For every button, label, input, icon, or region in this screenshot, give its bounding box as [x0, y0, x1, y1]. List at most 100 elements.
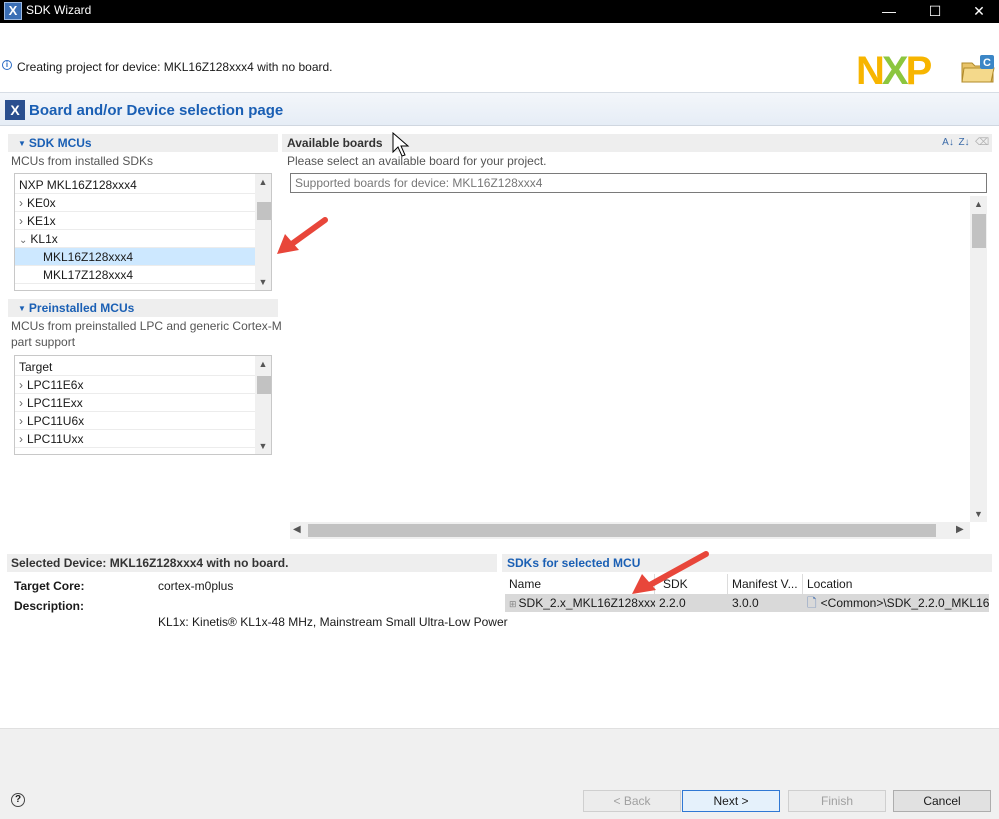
location-file-icon: 🗋	[807, 596, 817, 610]
available-boards-title: Available boards	[287, 136, 383, 150]
available-boards-subtitle: Please select an available board for you…	[287, 154, 547, 168]
wizard-banner: i Creating project for device: MKL16Z128…	[0, 23, 999, 92]
tree-row-label: LPC11Uxx	[27, 432, 84, 446]
preinstalled-subtitle-line1: MCUs from preinstalled LPC and generic C…	[11, 319, 282, 333]
sdk-package-icon: ⊞	[509, 599, 517, 609]
finish-button[interactable]: Finish	[788, 790, 886, 812]
location-cell: 🗋 <Common>\SDK_2.2.0_MKL16Z	[803, 594, 989, 612]
tree-row-mkl16z128xxx4[interactable]: MKL16Z128xxx4	[15, 248, 255, 266]
page-title: Board and/or Device selection page	[29, 102, 284, 119]
scroll-thumb[interactable]	[257, 376, 271, 394]
scroll-up-icon[interactable]: ▲	[970, 199, 987, 209]
description-label: Description:	[14, 599, 85, 613]
chevron-right-icon: ›	[19, 432, 23, 446]
preinstalled-scrollbar[interactable]: ▲ ▼	[255, 356, 271, 454]
clear-filter-icon[interactable]: ⌫	[975, 136, 989, 150]
preinstalled-mcus-title: Preinstalled MCUs	[28, 301, 135, 315]
table-row[interactable]: ⊞ SDK_2.x_MKL16Z128xxx4 2.2.0 3.0.0 🗋 <Com…	[505, 594, 989, 612]
tree-row-label: NXP MKL16Z128xxx4	[19, 178, 137, 192]
available-boards-header: Available boards	[282, 134, 992, 152]
sdk-mcus-tree[interactable]: NXP MKL16Z128xxx4 › KE0x › KE1x ⌄ KL1x MKL1…	[14, 173, 272, 291]
collapse-triangle-icon: ▼	[18, 139, 26, 148]
scroll-thumb[interactable]	[972, 214, 986, 248]
banner-message: Creating project for device: MKL16Z128xx…	[17, 60, 333, 74]
sdk-mcus-scrollbar[interactable]: ▲ ▼	[255, 174, 271, 290]
tree-row-ke1x[interactable]: › KE1x	[15, 212, 255, 230]
annotation-arrow-icon	[277, 217, 328, 254]
scroll-up-icon[interactable]: ▲	[255, 356, 271, 372]
chevron-right-icon: ›	[19, 396, 23, 410]
boards-list[interactable]	[290, 196, 987, 539]
column-header-manifest-version[interactable]: Manifest V...	[728, 574, 803, 594]
chevron-right-icon: ›	[19, 214, 23, 228]
annotation-arrow-icon	[632, 551, 709, 594]
collapse-triangle-icon: ▼	[18, 304, 26, 313]
chevron-right-icon: ›	[19, 378, 23, 392]
sdk-wizard-app-icon: X	[4, 2, 22, 20]
sdks-for-mcu-header: SDKs for selected MCU	[502, 554, 992, 572]
scroll-down-icon[interactable]: ▼	[255, 438, 271, 454]
wizard-page-icon: X	[5, 100, 25, 120]
cancel-button[interactable]: Cancel	[893, 790, 991, 812]
tree-row-vendor[interactable]: NXP MKL16Z128xxx4	[15, 176, 255, 194]
page-header: X Board and/or Device selection page	[0, 92, 999, 126]
scroll-thumb[interactable]	[257, 202, 271, 220]
tree-row-lpc11e6x[interactable]: › LPC11E6x	[15, 376, 255, 394]
tree-row-lpc11exx[interactable]: › LPC11Exx	[15, 394, 255, 412]
scroll-thumb[interactable]	[308, 524, 936, 537]
window-title: SDK Wizard	[26, 3, 92, 17]
boards-vertical-scrollbar[interactable]: ▲ ▼	[970, 196, 987, 522]
manifest-version-cell: 3.0.0	[732, 596, 759, 610]
sdk-mcus-subtitle: MCUs from installed SDKs	[11, 154, 154, 168]
selected-device-title: Selected Device: MKL16Z128xxx4 with no b…	[11, 556, 289, 570]
scroll-left-icon[interactable]: ◀	[293, 524, 301, 535]
scroll-up-icon[interactable]: ▲	[255, 174, 271, 190]
tree-row-label: MKL16Z128xxx4	[43, 250, 134, 264]
chevron-down-icon: ⌄	[19, 235, 28, 246]
svg-text:C: C	[983, 57, 991, 69]
tree-row-ke0x[interactable]: › KE0x	[15, 194, 255, 212]
selected-device-header: Selected Device: MKL16Z128xxx4 with no b…	[7, 554, 497, 572]
preinstalled-mcus-section-header[interactable]: ▼ Preinstalled MCUs	[8, 299, 278, 317]
sdk-mcus-title: SDK MCUs	[28, 136, 92, 150]
tree-row-label: KL1x	[30, 232, 58, 246]
sort-descending-icon[interactable]: Z↓	[957, 136, 971, 150]
minimize-button[interactable]: —	[867, 0, 911, 23]
nxp-logo: NXP	[856, 49, 932, 93]
scroll-right-icon[interactable]: ▶	[956, 524, 964, 535]
project-folder-icon: C	[961, 55, 995, 83]
tree-row-lpc11u6x[interactable]: › LPC11U6x	[15, 412, 255, 430]
tree-row-label: KE1x	[27, 214, 56, 228]
chevron-right-icon: ›	[19, 414, 23, 428]
scroll-down-icon[interactable]: ▼	[970, 509, 987, 519]
close-button[interactable]: ✕	[957, 0, 999, 23]
tree-row-label: LPC11E6x	[27, 378, 84, 392]
scroll-down-icon[interactable]: ▼	[255, 274, 271, 290]
target-core-value: cortex-m0plus	[158, 579, 234, 593]
tree-column-header-target: Target	[15, 358, 255, 376]
sdks-for-mcu-title: SDKs for selected MCU	[507, 556, 641, 570]
preinstalled-mcus-tree[interactable]: Target › LPC11E6x › LPC11Exx › LPC11U6x › LP…	[14, 355, 272, 455]
tree-row-label: LPC11U6x	[27, 414, 85, 428]
info-icon: i	[2, 60, 12, 70]
tree-row-kl1x[interactable]: ⌄ KL1x	[15, 230, 255, 248]
sort-ascending-icon[interactable]: A↓	[941, 136, 955, 150]
location-path: <Common>\SDK_2.2.0_MKL16Z	[820, 596, 989, 610]
tree-row-mkl17z128xxx4[interactable]: MKL17Z128xxx4	[15, 266, 255, 284]
tree-row-lpc11uxx[interactable]: › LPC11Uxx	[15, 430, 255, 448]
tree-row-label: KE0x	[27, 196, 56, 210]
preinstalled-subtitle-line2: part support	[11, 335, 76, 349]
back-button[interactable]: < Back	[583, 790, 681, 812]
tree-row-label: Target	[19, 360, 53, 374]
target-core-label: Target Core:	[14, 579, 85, 593]
column-header-location[interactable]: Location	[803, 574, 989, 594]
maximize-button[interactable]: ☐	[913, 0, 957, 23]
board-filter-input[interactable]: Supported boards for device: MKL16Z128xx…	[290, 173, 987, 193]
help-icon[interactable]: ?	[11, 793, 25, 807]
boards-horizontal-scrollbar[interactable]: ◀ ▶	[290, 522, 970, 539]
sdk-mcus-section-header[interactable]: ▼ SDK MCUs	[8, 134, 278, 152]
mouse-cursor-icon	[392, 132, 410, 157]
sdks-table[interactable]: Name SDK Version Manifest V... Location …	[505, 574, 989, 614]
next-button[interactable]: Next >	[682, 790, 780, 812]
window-titlebar: X SDK Wizard — ☐ ✕	[0, 0, 999, 23]
